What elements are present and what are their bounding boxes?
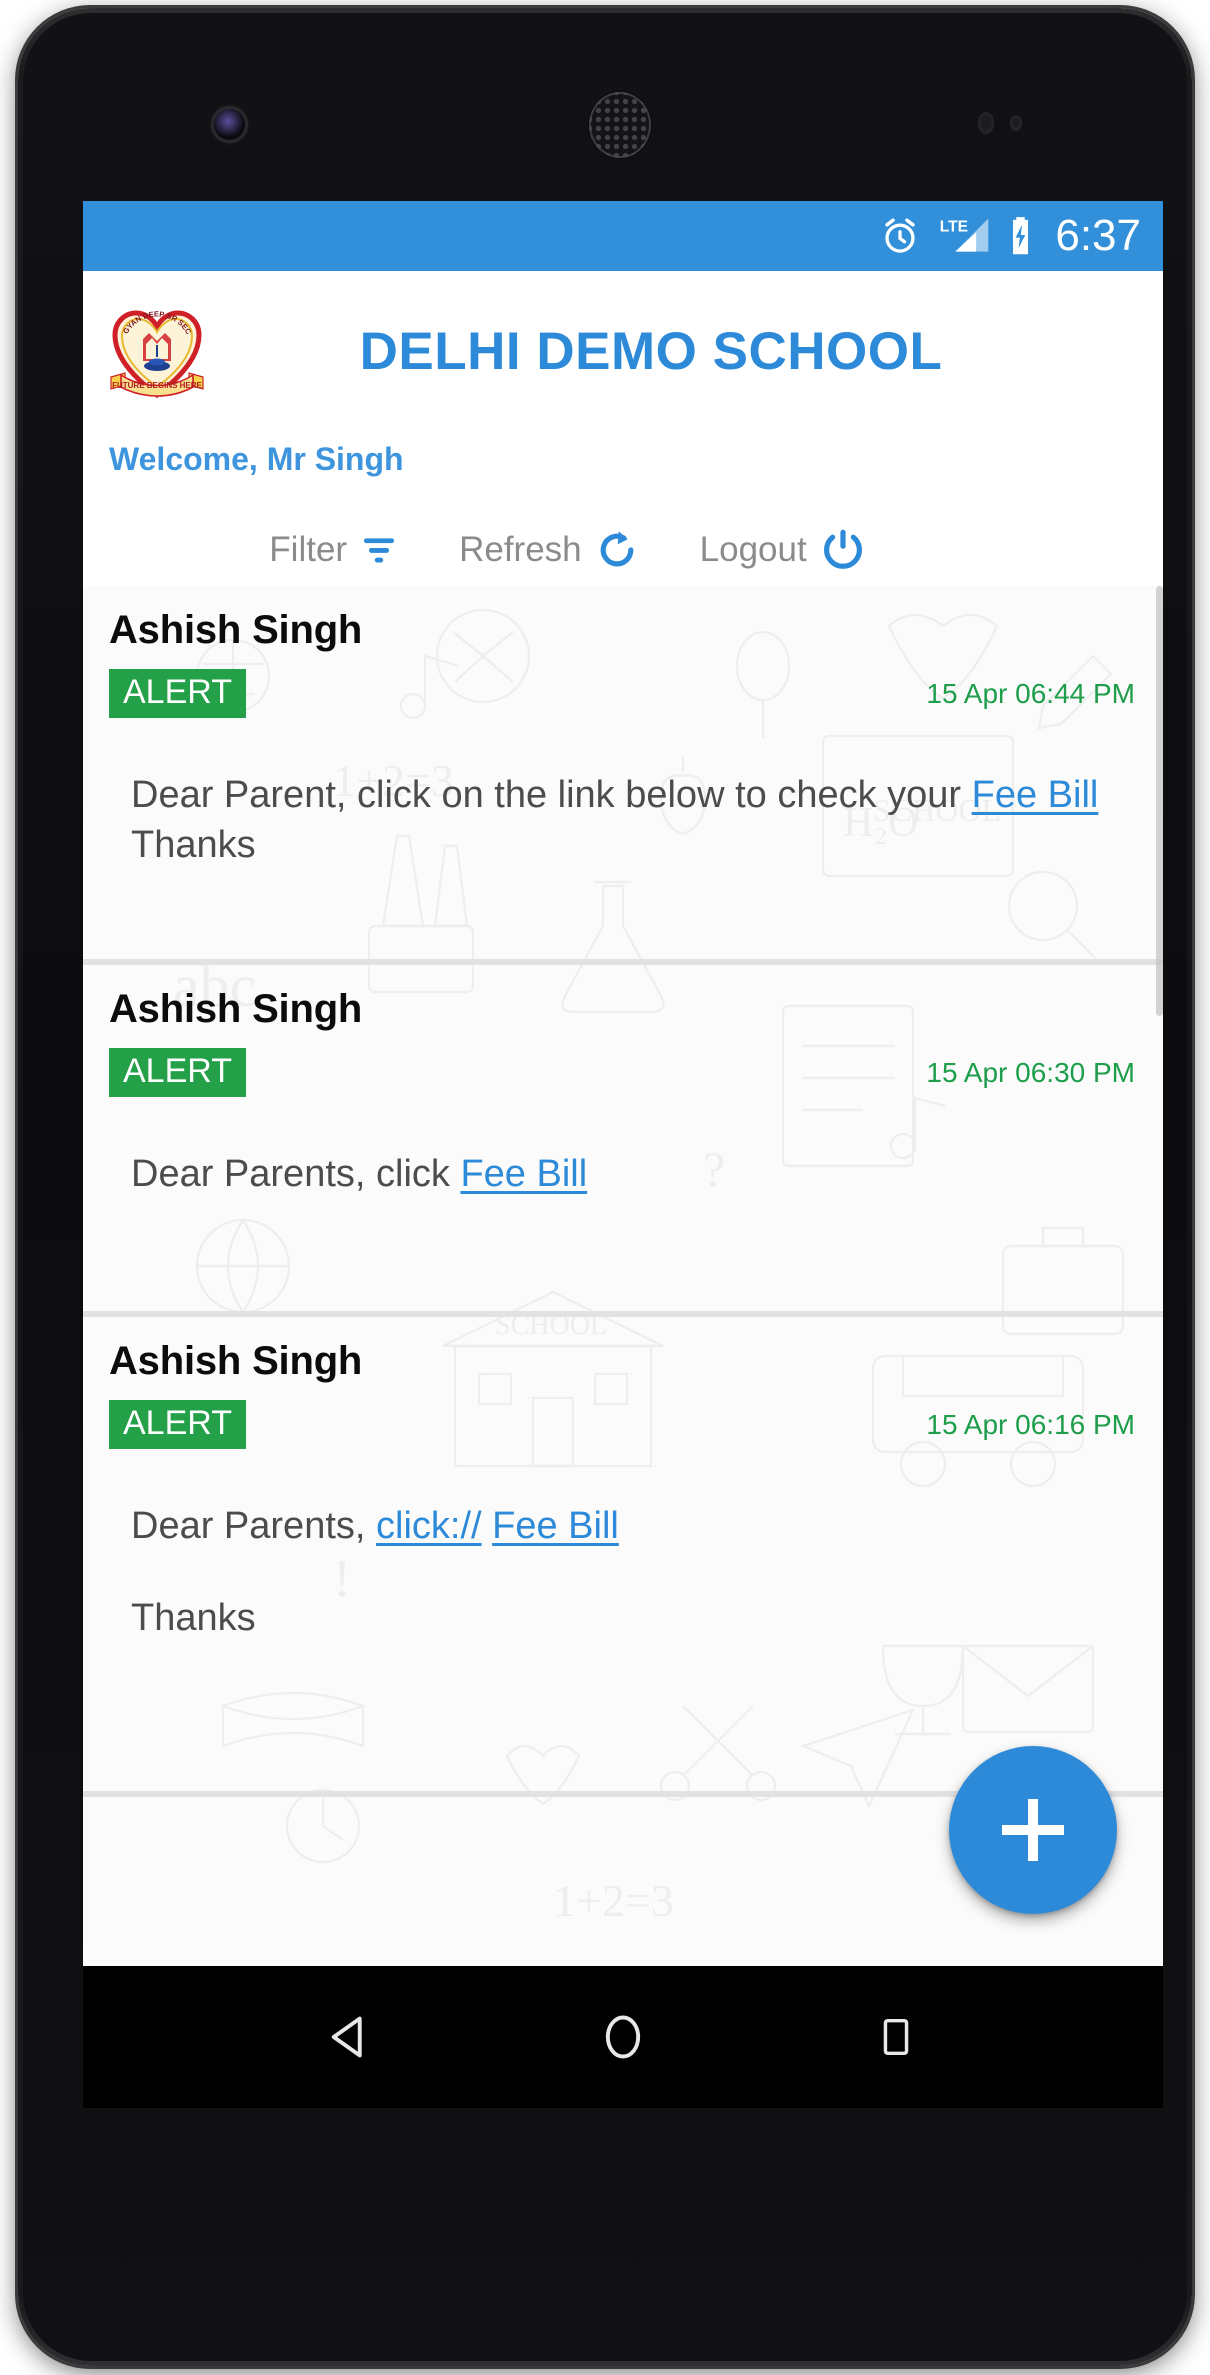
phone-device-frame: LTE 6:37 GYAN DEEP SR SEC FUTURE BEGINS …: [18, 8, 1192, 2366]
message-body: Dear Parents, click Fee Bill: [109, 1097, 1137, 1199]
svg-text:1+2=3: 1+2=3: [553, 1875, 674, 1926]
svg-text:LTE: LTE: [940, 219, 968, 236]
message-paragraph: Dear Parents, click Fee Bill: [131, 1149, 1115, 1199]
filter-button[interactable]: Filter: [269, 530, 399, 570]
message-sender: Ashish Singh: [109, 608, 363, 652]
message-sender: Ashish Singh: [109, 1339, 363, 1383]
fee-bill-link[interactable]: Fee Bill: [492, 1505, 619, 1547]
alarm-icon: [885, 218, 916, 253]
message-meta-row: ALERT 15 Apr 06:16 PM: [109, 1400, 1137, 1449]
android-navigation-bar: [83, 1966, 1163, 2108]
app-header: GYAN DEEP SR SEC SCHOOL FUTURE BEGINS HE…: [83, 271, 1163, 431]
message-card[interactable]: Ashish Singh ALERT 15 Apr 06:16 PM Dear …: [83, 1317, 1163, 1797]
nav-home-button[interactable]: [548, 1966, 698, 2108]
plus-icon: [1002, 1799, 1064, 1861]
phone-screen: LTE 6:37 GYAN DEEP SR SEC FUTURE BEGINS …: [83, 201, 1163, 2108]
body-text: Dear Parents,: [131, 1505, 376, 1547]
message-card[interactable]: Ashish Singh ALERT 15 Apr 06:30 PM Dear …: [83, 965, 1163, 1317]
earpiece-speaker-icon: [589, 92, 651, 158]
triangle-back-icon: [331, 2016, 362, 2058]
school-crest-logo: GYAN DEEP SR SEC SCHOOL FUTURE BEGINS HE…: [102, 292, 209, 403]
message-meta-row: ALERT 15 Apr 06:30 PM: [109, 1048, 1137, 1097]
fee-bill-link[interactable]: Fee Bill: [460, 1153, 587, 1195]
status-badge: ALERT: [109, 1048, 246, 1097]
action-toolbar: Filter Refresh Logout: [83, 478, 1163, 586]
svg-text:FUTURE BEGINS HERE: FUTURE BEGINS HERE: [112, 381, 202, 390]
logout-button-label: Logout: [699, 530, 807, 569]
message-meta-row: ALERT 15 Apr 06:44 PM: [109, 669, 1137, 718]
message-body: Dear Parents, click:// Fee Bill Thanks: [109, 1449, 1137, 1643]
status-badge: ALERT: [109, 1400, 246, 1449]
nav-back-button[interactable]: [275, 1966, 425, 2108]
filter-button-label: Filter: [269, 530, 348, 569]
refresh-icon: [600, 531, 634, 567]
front-camera-icon: [214, 109, 245, 140]
status-bar: LTE 6:37: [83, 201, 1163, 271]
nav-recents-button[interactable]: [821, 1966, 971, 2108]
add-message-button[interactable]: [949, 1746, 1117, 1914]
refresh-button[interactable]: Refresh: [459, 527, 640, 573]
message-timestamp: 15 Apr 06:16 PM: [926, 1408, 1135, 1440]
circle-home-icon: [605, 2015, 641, 2059]
lte-signal-icon: LTE: [940, 218, 989, 252]
message-body: Dear Parent, click on the link below to …: [109, 718, 1137, 870]
battery-charging-icon: [1013, 217, 1029, 255]
list-scrollbar[interactable]: [1156, 586, 1163, 1016]
body-text: Dear Parents, click: [131, 1153, 461, 1195]
page-title: DELHI DEMO SCHOOL: [359, 321, 943, 381]
message-paragraph: Dear Parents, click:// Fee Bill: [131, 1501, 1115, 1551]
click-url-link[interactable]: click://: [376, 1505, 482, 1547]
filter-icon: [364, 538, 395, 563]
message-timestamp: 15 Apr 06:44 PM: [926, 677, 1135, 709]
body-text: [482, 1505, 493, 1547]
status-badge: ALERT: [109, 669, 246, 718]
proximity-sensor-icon: [978, 112, 994, 134]
light-sensor-icon: [1010, 115, 1022, 131]
body-text: Thanks: [131, 824, 256, 867]
message-paragraph: Dear Parent, click on the link below to …: [131, 770, 1115, 870]
power-icon: [823, 529, 862, 569]
message-timestamp: 15 Apr 06:30 PM: [926, 1056, 1135, 1088]
square-recents-icon: [884, 2018, 909, 2056]
welcome-greeting: Welcome, Mr Singh: [109, 441, 404, 477]
fee-bill-link[interactable]: Fee Bill: [972, 774, 1099, 816]
body-text: Thanks: [131, 1597, 256, 1640]
message-sender: Ashish Singh: [109, 987, 363, 1031]
refresh-button-label: Refresh: [459, 530, 582, 569]
message-paragraph: Thanks: [131, 1593, 1115, 1643]
logout-button[interactable]: Logout: [700, 526, 867, 574]
body-text: Dear Parent, click on the link below to …: [131, 774, 972, 816]
status-bar-clock: 6:37: [1055, 211, 1141, 260]
message-card[interactable]: Ashish Singh ALERT 15 Apr 06:44 PM Dear …: [83, 586, 1163, 965]
